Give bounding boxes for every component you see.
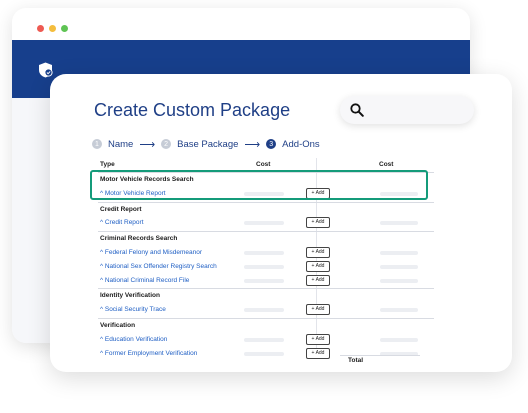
item-link[interactable]: ^ Former Employment Verification (100, 350, 197, 357)
add-button[interactable]: + Add (306, 260, 330, 272)
group-row: Criminal Records Search (98, 232, 434, 246)
step-label-name[interactable]: Name (108, 139, 133, 150)
table-row: ^ Social Security Trace + Add (98, 303, 434, 317)
step-number: 2 (161, 139, 172, 149)
cost-placeholder (380, 250, 418, 255)
add-button[interactable]: + Add (306, 347, 330, 359)
add-button[interactable]: + Add (306, 274, 330, 286)
shield-check-icon (39, 62, 53, 78)
table-row: ^ Federal Felony and Misdemeanor + Add (98, 246, 434, 260)
cost-placeholder (244, 250, 284, 255)
add-button[interactable]: + Add (306, 333, 330, 345)
group-label: Identity Verification (100, 292, 160, 300)
cost-placeholder (380, 278, 418, 283)
item-link[interactable]: ^ Federal Felony and Misdemeanor (100, 249, 202, 256)
cost-column-header-2: Cost (379, 161, 394, 168)
step-arrow-icon: ⟶ (244, 138, 261, 151)
cost-placeholder (244, 337, 284, 342)
total-label: Total (348, 357, 364, 364)
step-label-base-package[interactable]: Base Package (177, 139, 238, 150)
group-row: Identity Verification (98, 289, 434, 303)
cost-placeholder (244, 351, 284, 356)
item-link[interactable]: ^ Credit Report (100, 219, 144, 226)
cost-placeholder (380, 264, 418, 269)
item-link[interactable]: ^ National Sex Offender Registry Search (100, 263, 217, 270)
highlight-frame (90, 170, 428, 200)
add-button[interactable]: + Add (306, 217, 330, 229)
cost-placeholder (380, 337, 418, 342)
step-number: 1 (92, 139, 102, 149)
add-button[interactable]: + Add (306, 304, 330, 316)
table-row: ^ Credit Report + Add (98, 216, 434, 230)
cost-placeholder (380, 221, 418, 226)
table-row: ^ Education Verification + Add (98, 333, 434, 347)
cost-placeholder (244, 264, 284, 269)
cost-placeholder (244, 278, 284, 283)
cost-column-header: Cost (256, 161, 271, 168)
window-titlebar (12, 8, 470, 40)
cost-placeholder (244, 308, 284, 313)
item-link[interactable]: ^ National Criminal Record File (100, 277, 189, 284)
cost-placeholder (380, 308, 418, 313)
search-input[interactable] (340, 96, 474, 124)
group-row: Verification (98, 319, 434, 333)
search-icon (350, 103, 364, 117)
close-window-dot[interactable] (37, 25, 44, 32)
table-row: ^ Former Employment Verification + Add (98, 347, 434, 361)
total-divider (340, 355, 420, 356)
group-label: Criminal Records Search (100, 235, 178, 243)
step-number-active: 3 (266, 139, 277, 149)
item-link[interactable]: ^ Education Verification (100, 336, 167, 343)
step-label-add-ons[interactable]: Add-Ons (282, 139, 320, 150)
group-label: Verification (100, 321, 136, 329)
group-row: Credit Report (98, 203, 434, 217)
minimize-window-dot[interactable] (49, 25, 56, 32)
add-button[interactable]: + Add (306, 246, 330, 258)
group-label: Credit Report (100, 205, 142, 213)
table-row: ^ National Sex Offender Registry Search … (98, 260, 434, 274)
maximize-window-dot[interactable] (61, 25, 68, 32)
page-title: Create Custom Package (94, 100, 291, 120)
cost-placeholder (244, 221, 284, 226)
table-row: ^ National Criminal Record File + Add (98, 274, 434, 288)
item-link[interactable]: ^ Social Security Trace (100, 306, 166, 313)
step-progress: 1 Name ⟶ 2 Base Package ⟶ 3 Add-Ons (92, 137, 320, 151)
type-column-header: Type (100, 161, 115, 168)
step-arrow-icon: ⟶ (139, 138, 156, 151)
create-package-card: Create Custom Package 1 Name ⟶ 2 Base Pa… (50, 74, 512, 372)
